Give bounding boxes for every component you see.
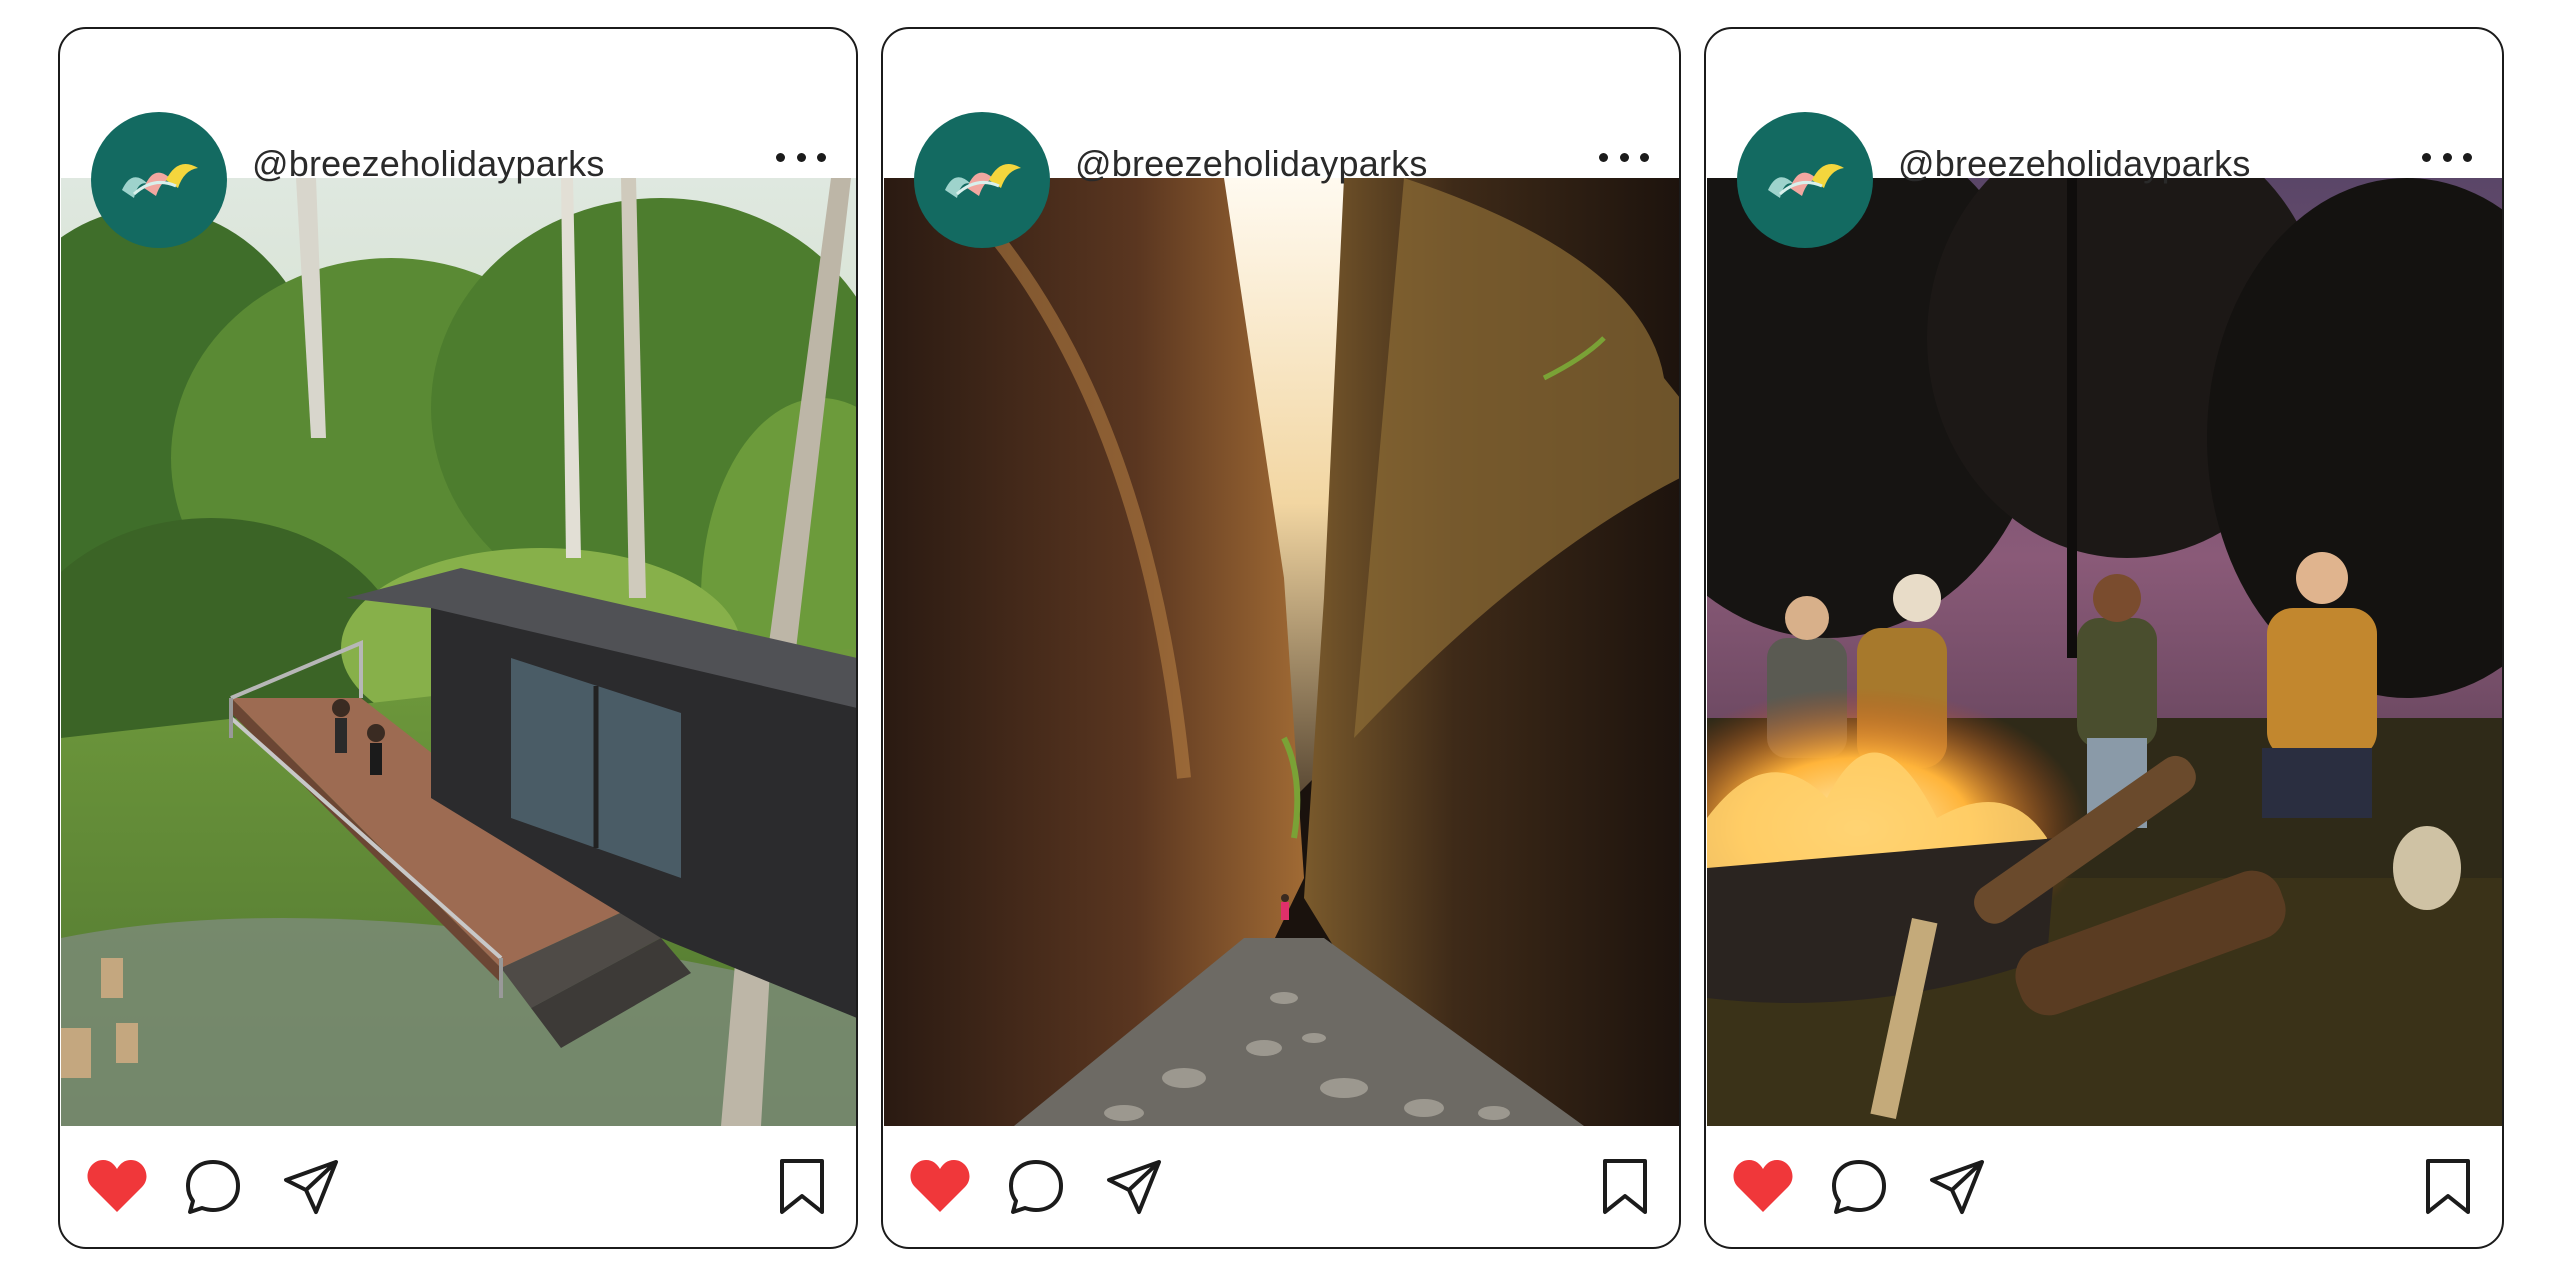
post-photo-cabin[interactable] bbox=[61, 178, 856, 1126]
post-card-2: @breezeholidayparks bbox=[881, 27, 1681, 1249]
paper-plane-icon[interactable] bbox=[282, 1158, 340, 1216]
bookmark-icon[interactable] bbox=[778, 1158, 826, 1216]
comment-bubble-icon[interactable] bbox=[1007, 1158, 1065, 1216]
post-card-3: @breezeholidayparks bbox=[1704, 27, 2504, 1249]
breeze-logo-icon[interactable] bbox=[914, 112, 1050, 248]
post-actions-bar bbox=[1706, 1126, 2502, 1247]
post-photo-gorge[interactable] bbox=[884, 178, 1679, 1126]
bookmark-icon[interactable] bbox=[1601, 1158, 1649, 1216]
post-actions-bar bbox=[60, 1126, 856, 1247]
post-card-1: @breezeholidayparks bbox=[58, 27, 858, 1249]
heart-icon[interactable] bbox=[909, 1158, 971, 1214]
heart-icon[interactable] bbox=[86, 1158, 148, 1214]
post-actions-bar bbox=[883, 1126, 1679, 1247]
more-horizontal-icon[interactable] bbox=[2422, 147, 2472, 167]
breeze-logo-icon[interactable] bbox=[1737, 112, 1873, 248]
account-handle[interactable]: @breezeholidayparks bbox=[1075, 143, 1428, 185]
paper-plane-icon[interactable] bbox=[1105, 1158, 1163, 1216]
heart-icon[interactable] bbox=[1732, 1158, 1794, 1214]
post-photo-campfire[interactable] bbox=[1707, 178, 2502, 1126]
paper-plane-icon[interactable] bbox=[1928, 1158, 1986, 1216]
breeze-logo-icon[interactable] bbox=[91, 112, 227, 248]
comment-bubble-icon[interactable] bbox=[1830, 1158, 1888, 1216]
more-horizontal-icon[interactable] bbox=[1599, 147, 1649, 167]
account-handle[interactable]: @breezeholidayparks bbox=[252, 143, 605, 185]
comment-bubble-icon[interactable] bbox=[184, 1158, 242, 1216]
bookmark-icon[interactable] bbox=[2424, 1158, 2472, 1216]
more-horizontal-icon[interactable] bbox=[776, 147, 826, 167]
account-handle[interactable]: @breezeholidayparks bbox=[1898, 143, 2251, 185]
